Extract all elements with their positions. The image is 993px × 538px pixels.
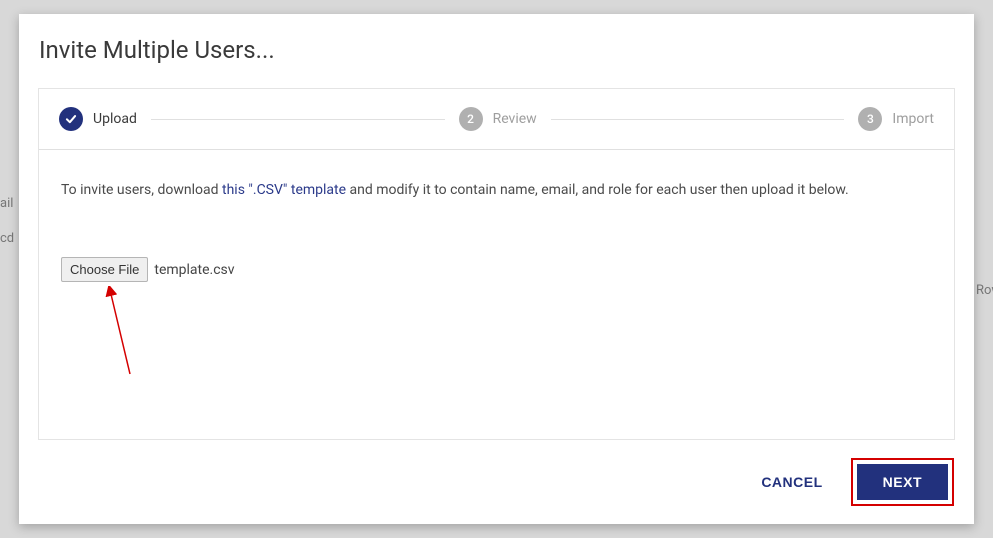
step-upload: Upload bbox=[59, 107, 137, 131]
bg-text: Row bbox=[976, 283, 993, 298]
bg-text: ail bbox=[0, 196, 13, 211]
cancel-button[interactable]: CANCEL bbox=[749, 464, 834, 500]
step-label: Review bbox=[493, 111, 537, 127]
next-button-highlight: NEXT bbox=[851, 458, 954, 506]
step-number-icon: 3 bbox=[858, 107, 882, 131]
bg-text: cd bbox=[0, 231, 14, 246]
step-connector bbox=[551, 119, 845, 120]
selected-filename: template.csv bbox=[154, 262, 234, 278]
step-label: Import bbox=[892, 111, 934, 127]
csv-template-link[interactable]: this ".CSV" template bbox=[222, 182, 346, 198]
content-panel: Upload 2 Review 3 Import To invite users… bbox=[38, 88, 955, 440]
file-input-row: Choose File template.csv bbox=[61, 257, 932, 282]
dialog-actions: CANCEL NEXT bbox=[19, 440, 974, 524]
choose-file-button[interactable]: Choose File bbox=[61, 257, 148, 282]
step-connector bbox=[151, 119, 445, 120]
next-button[interactable]: NEXT bbox=[857, 464, 948, 500]
step-import: 3 Import bbox=[858, 107, 934, 131]
instruction-post: and modify it to contain name, email, an… bbox=[346, 182, 849, 198]
panel-body: To invite users, download this ".CSV" te… bbox=[39, 150, 954, 439]
stepper: Upload 2 Review 3 Import bbox=[39, 89, 954, 150]
instruction-pre: To invite users, download bbox=[61, 182, 222, 198]
step-number-icon: 2 bbox=[459, 107, 483, 131]
instruction-text: To invite users, download this ".CSV" te… bbox=[61, 180, 932, 201]
step-review: 2 Review bbox=[459, 107, 537, 131]
dialog-title: Invite Multiple Users... bbox=[19, 14, 974, 88]
invite-users-dialog: Invite Multiple Users... Upload 2 Review… bbox=[19, 14, 974, 524]
step-label: Upload bbox=[93, 111, 137, 127]
check-icon bbox=[59, 107, 83, 131]
